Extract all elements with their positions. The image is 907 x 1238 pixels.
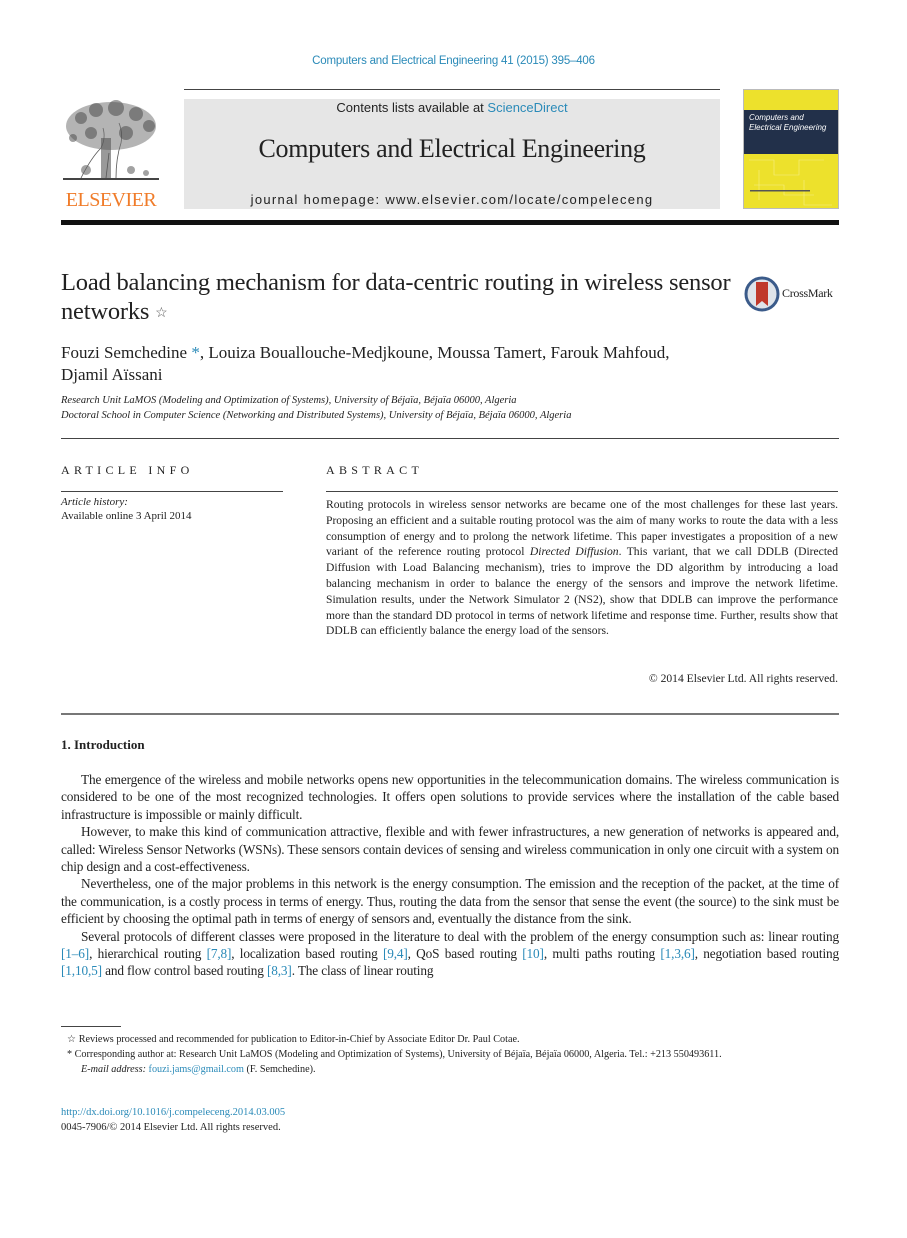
article-title: Load balancing mechanism for data-centri… — [61, 268, 741, 326]
section-heading-introduction: 1. Introduction — [61, 737, 145, 752]
citation-link[interactable]: [1,3,6] — [660, 946, 695, 961]
header-top-rule — [184, 89, 720, 90]
journal-title: Computers and Electrical Engineering — [258, 134, 646, 163]
paragraph-text: , QoS based routing — [407, 946, 523, 962]
corresponding-author-marker[interactable]: * — [191, 343, 200, 362]
author-list: Fouzi Semchedine *, Louiza Bouallouche-M… — [61, 342, 841, 386]
footnote-editor: ☆ Reviews processed and recommended for … — [61, 1032, 839, 1047]
abstract-copyright: © 2014 Elsevier Ltd. All rights reserved… — [648, 672, 838, 685]
citation-link[interactable]: [1–6] — [61, 946, 89, 961]
crossmark-icon — [744, 276, 780, 312]
author-others: , Louiza Bouallouche-Medjkoune, Moussa T… — [199, 343, 670, 362]
article-history-label: Article history: — [61, 496, 128, 508]
email-suffix: (F. Semchedine). — [243, 1064, 316, 1075]
abstract-italic-term: Directed Diffusion — [529, 545, 619, 559]
footnote-rule — [61, 1026, 121, 1027]
abstract-heading: ABSTRACT — [326, 463, 424, 477]
footnote-corresponding: * Corresponding author at: Research Unit… — [61, 1047, 839, 1062]
affiliation-2: Doctoral School in Computer Science (Net… — [61, 410, 572, 421]
author-line-2: Djamil Aïssani — [61, 365, 163, 384]
paragraph-text: , localization based routing — [231, 946, 383, 962]
article-history-value: Available online 3 April 2014 — [61, 510, 192, 522]
introduction-body: The emergence of the wireless and mobile… — [61, 771, 839, 980]
intro-paragraph-1: The emergence of the wireless and mobile… — [61, 772, 839, 822]
citation-link[interactable]: [9,4] — [383, 946, 408, 961]
paragraph-text: , hierarchical routing — [89, 946, 207, 962]
citation-link[interactable]: [8,3] — [267, 963, 292, 978]
author-line-1: Fouzi Semchedine *, Louiza Bouallouche-M… — [61, 342, 841, 364]
footnote-email: E-mail address: fouzi.jams@gmail.com (F.… — [61, 1062, 839, 1077]
intro-paragraph-2: However, to make this kind of communicat… — [61, 824, 839, 875]
paragraph-text: , multi paths routing — [543, 946, 661, 962]
affiliation-divider — [61, 438, 839, 439]
email-label: E-mail address: — [81, 1064, 146, 1075]
cover-title: Computers and Electrical Engineering — [749, 113, 826, 133]
citation-link[interactable]: [1,10,5] — [61, 963, 102, 978]
doi-link[interactable]: http://dx.doi.org/10.1016/j.compeleceng.… — [61, 1107, 285, 1118]
crossmark-label[interactable]: CrossMark — [782, 286, 833, 301]
footnote-corresponding-text: Corresponding author at: Research Unit L… — [72, 1049, 722, 1060]
journal-homepage[interactable]: journal homepage: www.elsevier.com/locat… — [184, 192, 720, 207]
email-link[interactable]: fouzi.jams@gmail.com — [149, 1064, 244, 1075]
article-info-heading: ARTICLE INFO — [61, 463, 194, 477]
paragraph-text: , negotiation based routing — [694, 946, 840, 962]
paragraph-text: . The class of linear routing — [291, 963, 434, 979]
paragraph-text: and flow control based routing — [101, 963, 267, 979]
paragraph-text: Several protocols of different classes w… — [81, 928, 839, 944]
intro-paragraph-4: Several protocols of different classes w… — [61, 928, 839, 980]
footnote-editor-text: Reviews processed and recommended for pu… — [76, 1034, 520, 1045]
cover-circuit-pattern — [749, 159, 832, 206]
author-first: Fouzi Semchedine — [61, 343, 192, 362]
elsevier-wordmark: ELSEVIER — [65, 189, 157, 211]
footnote-star-marker: ☆ — [67, 1034, 77, 1045]
intro-paragraph-3: Nevertheless, one of the major problems … — [61, 876, 839, 927]
contents-line: Contents lists available at ScienceDirec… — [184, 100, 720, 115]
issn-copyright: 0045-7906/© 2014 Elsevier Ltd. All right… — [61, 1122, 281, 1133]
cover-title-line2: Electrical Engineering — [749, 123, 827, 132]
title-footnote-star-icon[interactable]: ☆ — [155, 306, 168, 321]
article-info-rule — [61, 491, 283, 492]
abstract-text: Routing protocols in wireless sensor net… — [326, 497, 838, 639]
citation-link[interactable]: [10] — [522, 946, 544, 961]
footnotes: ☆ Reviews processed and recommended for … — [61, 1032, 839, 1077]
journal-reference-link[interactable]: Computers and Electrical Engineering 41 … — [0, 55, 907, 67]
sciencedirect-link[interactable]: ScienceDirect — [487, 100, 567, 115]
affiliation-1: Research Unit LaMOS (Modeling and Optimi… — [61, 395, 517, 406]
abstract-rule — [326, 491, 838, 492]
abstract-divider — [61, 713, 839, 715]
citation-link[interactable]: [7,8] — [207, 946, 232, 961]
contents-prefix: Contents lists available at — [336, 100, 488, 115]
cover-title-line1: Computers and — [749, 113, 804, 122]
journal-cover-image[interactable]: Computers and Electrical Engineering — [743, 89, 839, 209]
header-divider — [61, 220, 839, 225]
abstract-part2: . This variant, that we call DDLB (Direc… — [326, 545, 838, 638]
